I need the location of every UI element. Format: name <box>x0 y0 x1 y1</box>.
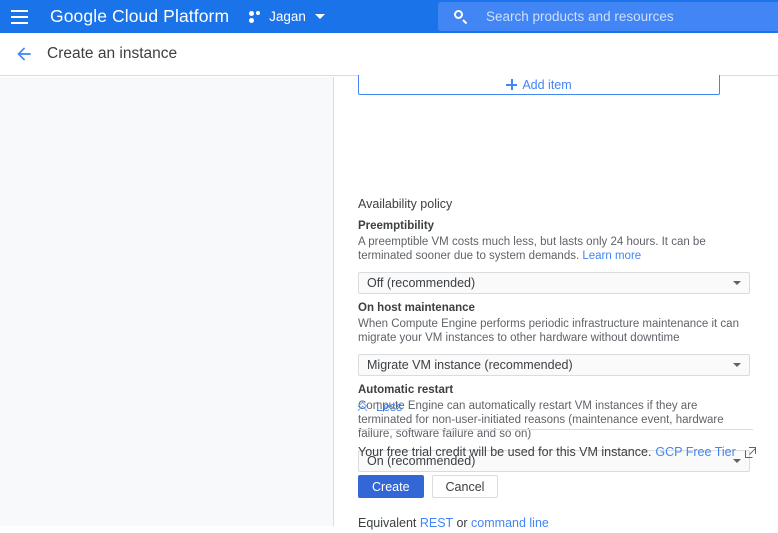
hamburger-line <box>10 15 28 18</box>
equivalent-rest-link[interactable]: REST <box>420 516 453 530</box>
availability-policy-heading: Availability policy <box>358 197 453 211</box>
search-input[interactable]: Search products and resources <box>438 2 778 31</box>
caret-down-icon <box>733 363 741 367</box>
field-label: Preemptibility <box>358 220 435 232</box>
arrow-left-icon[interactable] <box>6 36 42 72</box>
left-summary-pane <box>0 77 334 526</box>
caret-down-icon <box>733 459 741 463</box>
equivalent-separator: or <box>452 516 472 530</box>
field-description: When Compute Engine performs periodic in… <box>358 318 739 344</box>
field-description-text: A preemptible VM costs much less, but la… <box>358 236 706 262</box>
cancel-button[interactable]: Cancel <box>431 475 499 498</box>
form-actions: Create Cancel <box>358 475 499 498</box>
create-button[interactable]: Create <box>358 475 424 498</box>
content-area: Add item Availability policy Preemptibil… <box>0 75 778 533</box>
hamburger-menu-icon[interactable] <box>6 4 32 30</box>
equivalent-command-line-link[interactable]: command line <box>471 516 549 530</box>
field-label: Automatic restart <box>358 384 454 396</box>
free-trial-text: Your free trial credit will be used for … <box>358 445 652 459</box>
learn-more-link[interactable]: Learn more <box>582 250 641 262</box>
caret-down-icon <box>314 14 325 19</box>
preemptibility-select[interactable]: Off (recommended) <box>358 272 750 294</box>
equivalent-row: Equivalent REST or command line <box>358 516 549 530</box>
search-placeholder: Search products and resources <box>486 9 674 24</box>
field-preemptibility: Preemptibility A preemptible VM costs mu… <box>358 219 753 294</box>
hamburger-line <box>10 9 28 12</box>
top-app-bar: Google Cloud Platform Jagan Search produ… <box>0 0 778 33</box>
hamburger-line <box>10 21 28 24</box>
plus-icon <box>506 79 518 90</box>
search-icon <box>454 9 468 24</box>
page-subheader: Create an instance <box>0 33 778 76</box>
page-title: Create an instance <box>47 45 178 62</box>
field-label: On host maintenance <box>358 302 475 314</box>
field-description: Compute Engine can automatically restart… <box>358 400 724 440</box>
project-dots-icon <box>249 10 262 23</box>
brand-title[interactable]: Google Cloud Platform <box>50 6 229 27</box>
select-value: Migrate VM instance (recommended) <box>367 358 573 372</box>
field-on-host-maintenance: On host maintenance When Compute Engine … <box>358 301 753 376</box>
project-selector[interactable]: Jagan <box>249 0 325 33</box>
select-value: Off (recommended) <box>367 276 476 290</box>
free-trial-notice: Your free trial credit will be used for … <box>358 445 756 459</box>
on-host-maintenance-select[interactable]: Migrate VM instance (recommended) <box>358 354 750 376</box>
caret-down-icon <box>733 281 741 285</box>
chevron-up-double-icon <box>357 401 370 415</box>
add-item-label: Add item <box>522 77 572 92</box>
divider <box>358 429 753 430</box>
equivalent-prefix: Equivalent <box>358 516 420 530</box>
less-label: Less <box>376 400 403 414</box>
less-toggle[interactable]: Less <box>357 400 403 415</box>
field-description: A preemptible VM costs much less, but la… <box>358 235 743 263</box>
gcp-free-tier-link[interactable]: GCP Free Tier <box>655 445 735 459</box>
project-name-label: Jagan <box>269 9 306 24</box>
add-item-button[interactable]: Add item <box>358 75 720 95</box>
external-link-icon <box>744 446 756 458</box>
instance-form-pane: Add item Availability policy Preemptibil… <box>335 75 778 533</box>
